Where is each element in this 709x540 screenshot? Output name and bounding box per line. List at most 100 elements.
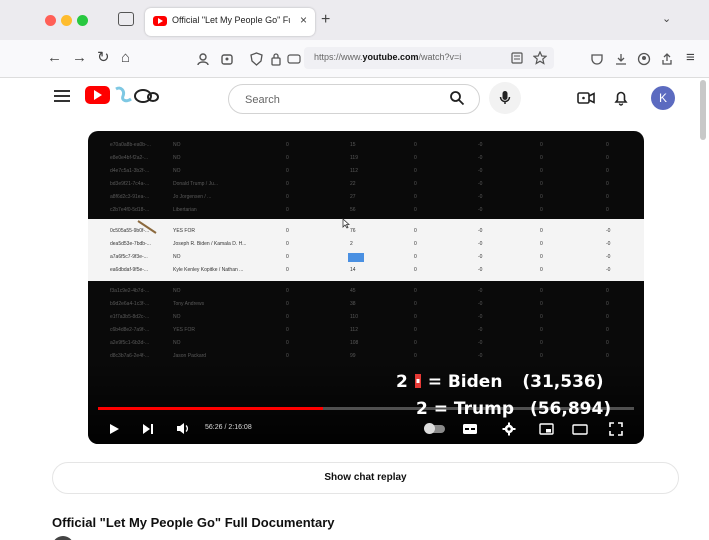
sheet-row: a8f6d2c3-91ea-... Jo Jorgensen / ... 0 27 0 -…: [88, 193, 644, 206]
bookmark-star-icon[interactable]: [533, 51, 547, 65]
sheet-cell: -0: [478, 168, 483, 174]
search-input[interactable]: [245, 91, 425, 108]
sheet-cell: 0: [286, 340, 289, 346]
tab-list-chevron-icon[interactable]: ⌄: [662, 12, 671, 25]
close-window-button[interactable]: [45, 15, 56, 26]
sheet-cell: 15: [350, 142, 356, 148]
sheet-row: c6b4d8e2-7a9f-... YES FOR 0 112 0 -0 0 0: [88, 326, 644, 339]
permissions-icon[interactable]: [287, 53, 301, 65]
sheet-row: a7a6f5c7-9f3e-...NO020-00-0: [88, 253, 644, 266]
url-text: https://www.youtube.com/watch?v=i: [314, 52, 462, 62]
sheet-cell: Libertarian: [173, 207, 197, 213]
user-avatar[interactable]: K: [651, 86, 675, 110]
close-tab-icon[interactable]: ×: [300, 13, 307, 27]
sheet-cell: -0: [478, 241, 483, 247]
sheet-cell: 0: [286, 327, 289, 333]
notifications-bell-icon[interactable]: [614, 89, 628, 106]
progress-bar[interactable]: [98, 407, 634, 410]
sheet-cell: 0: [606, 327, 609, 333]
hamburger-menu-icon[interactable]: [54, 90, 70, 102]
reader-view-icon[interactable]: [511, 52, 523, 64]
active-tab[interactable]: Official "Let My People Go" Full ×: [145, 8, 315, 36]
page-scrollbar[interactable]: [700, 80, 706, 140]
sheet-cell: -0: [606, 228, 611, 234]
video-title: Official "Let My People Go" Full Documen…: [52, 515, 335, 530]
youtube-doodle-icon[interactable]: [113, 85, 161, 105]
sheet-cell: 110: [350, 314, 358, 320]
sheet-cell: 0: [540, 327, 543, 333]
sheet-cell: -0: [478, 142, 483, 148]
shield-icon[interactable]: [250, 52, 263, 66]
miniplayer-icon[interactable]: [539, 423, 554, 435]
sheet-cell: -0: [606, 241, 611, 247]
sidebar-toggle-icon[interactable]: [118, 12, 134, 26]
sheet-cell: 0: [414, 301, 417, 307]
youtube-header: K: [0, 78, 709, 118]
show-chat-replay-button[interactable]: Show chat replay: [52, 462, 679, 494]
volume-icon[interactable]: [176, 422, 190, 435]
sheet-cell: Tony Andrews: [173, 301, 205, 307]
sheet-cell: 0: [414, 181, 417, 187]
sheet-cell: -0: [478, 353, 483, 359]
reload-icon[interactable]: ↻: [97, 50, 110, 66]
next-video-icon[interactable]: [142, 423, 154, 435]
settings-gear-icon[interactable]: [502, 422, 516, 436]
sheet-cell: 0: [414, 241, 417, 247]
channel-avatar[interactable]: [52, 536, 74, 540]
sheet-cell: 0: [540, 228, 543, 234]
sheet-cell: 0: [414, 142, 417, 148]
browser-tab-bar: Official "Let My People Go" Full × + ⌄: [0, 0, 709, 40]
account-icon[interactable]: [196, 52, 210, 66]
video-player[interactable]: e70a0a8b-ea0b-... NO 0 15 0 -0 0 0 e8e0e4bf-f2a2…: [88, 131, 644, 444]
pen-annotation-icon: [137, 220, 157, 234]
sheet-cell: 0: [540, 207, 543, 213]
sheet-cell: Kyle Kenley Kopitke / Nathan ...: [173, 267, 244, 273]
sheet-cell: bd3e9f21-7c4a-...: [110, 181, 150, 187]
sheet-cell: 0: [540, 353, 543, 359]
theater-mode-icon[interactable]: [572, 424, 588, 435]
sheet-cell: 0: [540, 340, 543, 346]
sheet-cell: d4e7c5a1-3b2f-...: [110, 168, 150, 174]
create-video-icon[interactable]: [577, 91, 595, 105]
lock-icon[interactable]: [270, 52, 282, 66]
minimize-window-button[interactable]: [61, 15, 72, 26]
play-icon[interactable]: [108, 423, 120, 435]
sheet-cell: 0: [606, 181, 609, 187]
sheet-cell: 38: [350, 301, 356, 307]
new-tab-button[interactable]: +: [321, 11, 330, 29]
sheet-cell: -0: [478, 181, 483, 187]
sheet-row: e70a0a8b-ea0b-... NO 0 15 0 -0 0 0: [88, 141, 644, 154]
sheet-cell: 56: [350, 207, 356, 213]
extensions-icon[interactable]: [220, 52, 234, 66]
home-icon[interactable]: ⌂: [121, 50, 130, 66]
sheet-cell: NO: [173, 254, 181, 260]
sheet-cell: 0: [540, 267, 543, 273]
microphone-icon: [499, 91, 511, 104]
voice-search-button[interactable]: [489, 82, 521, 114]
sheet-cell: 22: [350, 181, 356, 187]
sheet-cell: 0: [606, 340, 609, 346]
download-icon[interactable]: [614, 52, 628, 66]
pocket-icon[interactable]: [590, 52, 604, 66]
sheet-cell: -0: [478, 194, 483, 200]
sheet-cell: 0: [414, 168, 417, 174]
profile-icon[interactable]: [637, 52, 651, 66]
youtube-logo-icon[interactable]: [85, 86, 110, 104]
sheet-cell: e70a0a8b-ea0b-...: [110, 142, 151, 148]
subtitles-icon[interactable]: [462, 423, 478, 435]
autoplay-toggle[interactable]: [424, 423, 445, 434]
sheet-cell: c6b4d8e2-7a9f-...: [110, 327, 150, 333]
maximize-window-button[interactable]: [77, 15, 88, 26]
share-icon[interactable]: [660, 52, 674, 66]
browser-toolbar: ← → ↻ ⌂ https://www.youtube.com/watch?v=…: [0, 40, 709, 78]
sheet-cell: -0: [478, 314, 483, 320]
sheet-cell: 0: [606, 168, 609, 174]
app-menu-icon[interactable]: ≡: [686, 50, 695, 66]
fullscreen-icon[interactable]: [609, 422, 623, 436]
search-icon[interactable]: [449, 90, 465, 106]
sheet-cell: -0: [478, 301, 483, 307]
forward-arrow-icon[interactable]: →: [72, 50, 87, 66]
sheet-cell: 0: [286, 301, 289, 307]
url-bar[interactable]: https://www.youtube.com/watch?v=i: [304, 47, 554, 69]
back-arrow-icon[interactable]: ←: [47, 50, 62, 66]
